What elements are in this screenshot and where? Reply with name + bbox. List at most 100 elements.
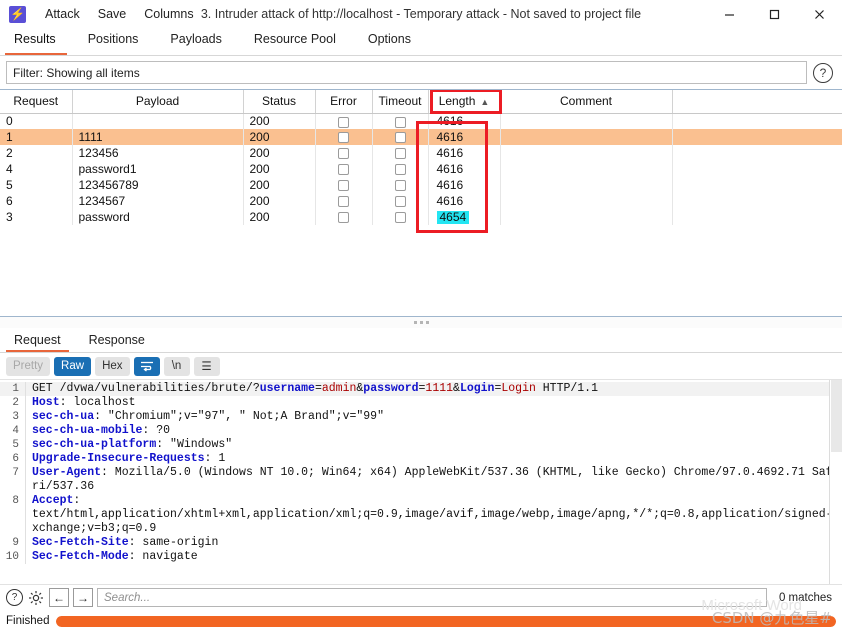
request-line: 2 Host: localhost (0, 396, 842, 410)
tab-options[interactable]: Options (352, 28, 427, 55)
line-text: sec-ch-ua: "Chromium";v="97", " Not;A Br… (32, 410, 384, 423)
sort-ascending-icon: ▲ (480, 97, 490, 108)
error-checkbox[interactable] (338, 132, 349, 144)
hex-button[interactable]: Hex (95, 356, 130, 376)
tab-results[interactable]: Results (0, 28, 72, 55)
maximize-icon[interactable] (752, 0, 797, 29)
cell-comment (500, 193, 673, 209)
timeout-checkbox[interactable] (394, 164, 406, 176)
minimize-icon[interactable] (707, 0, 752, 29)
question-mark-icon[interactable]: ? (813, 62, 833, 83)
error-checkbox[interactable] (338, 116, 349, 128)
request-viewer[interactable]: 1 GET /dvwa/vulnerabilities/brute/?userna… (0, 379, 842, 584)
filter-input[interactable]: Filter: Showing all items (6, 61, 807, 84)
error-checkbox[interactable] (338, 164, 349, 176)
table-row[interactable]: 4 password1 200 4616 (0, 161, 842, 177)
table-row[interactable]: 2 123456 200 4616 (0, 145, 842, 161)
tab-resource-pool[interactable]: Resource Pool (238, 28, 352, 55)
arrow-right-icon[interactable]: → (73, 588, 93, 607)
column-header-status[interactable]: Status (243, 90, 316, 114)
line-text: Upgrade-Insecure-Requests: 1 (32, 452, 226, 465)
arrow-left-icon[interactable]: ← (49, 588, 69, 607)
cell-status: 200 (243, 113, 316, 129)
cell-request: 1 (0, 129, 73, 145)
search-bar: ? ← → Search... 0 matches (0, 584, 842, 610)
table-row[interactable]: 3 password 200 4654 (0, 209, 842, 225)
error-checkbox[interactable] (338, 148, 349, 160)
gear-icon[interactable] (27, 589, 45, 607)
column-header-error[interactable]: Error (315, 90, 373, 114)
column-header-comment[interactable]: Comment (500, 90, 673, 114)
cell-comment (500, 129, 673, 145)
raw-button[interactable]: Raw (54, 356, 92, 376)
timeout-checkbox[interactable] (394, 116, 406, 128)
results-table: Request Payload Status Error Timeout Len… (0, 90, 842, 225)
table-row[interactable]: 1 1111 200 4616 (0, 129, 842, 145)
cell-length: 4616 (428, 193, 501, 209)
burp-lightning-icon: ⚡ (9, 5, 26, 23)
line-number: 6 (0, 452, 26, 466)
cell-filler (672, 209, 842, 225)
title-bar: ⚡ Attack Save Columns 3. Intruder attack… (0, 0, 842, 29)
panel-splitter[interactable] (0, 316, 842, 328)
scrollbar-thumb[interactable] (831, 380, 842, 452)
progress-bar (56, 615, 836, 627)
cell-payload: password (72, 209, 244, 225)
timeout-checkbox[interactable] (394, 180, 406, 192)
cell-filler (672, 145, 842, 161)
cell-error (315, 129, 373, 145)
cell-status: 200 (243, 145, 316, 161)
cell-payload: password1 (72, 161, 244, 177)
status-bar: Finished (0, 610, 842, 632)
timeout-checkbox[interactable] (394, 132, 406, 144)
table-row[interactable]: 6 1234567 200 4616 (0, 193, 842, 209)
table-row[interactable]: 5 123456789 200 4616 (0, 177, 842, 193)
timeout-checkbox[interactable] (394, 212, 406, 224)
cell-length: 4654 (428, 209, 501, 225)
line-number: 5 (0, 438, 26, 452)
cell-comment (500, 209, 673, 225)
error-checkbox[interactable] (338, 212, 349, 224)
timeout-checkbox[interactable] (394, 196, 406, 208)
cell-filler (672, 113, 842, 129)
column-header-length[interactable]: Length ▲ (428, 90, 501, 114)
question-mark-icon[interactable]: ? (6, 589, 23, 606)
cell-timeout (372, 161, 429, 177)
column-header-timeout[interactable]: Timeout (372, 90, 429, 114)
cell-payload (72, 113, 244, 129)
line-number: 10 (0, 550, 26, 564)
menu-columns[interactable]: Columns (135, 0, 202, 29)
column-header-payload[interactable]: Payload (72, 90, 244, 114)
cell-length: 4616 (428, 177, 501, 193)
tab-response[interactable]: Response (75, 328, 159, 352)
line-number: 7 (0, 466, 26, 494)
word-wrap-icon[interactable] (133, 356, 160, 376)
table-row[interactable]: 0 200 4616 (0, 113, 842, 129)
menu-save[interactable]: Save (89, 0, 136, 29)
tab-payloads[interactable]: Payloads (154, 28, 237, 55)
line-text: Accept: text/html,application/xhtml+xml,… (32, 494, 840, 535)
column-header-request[interactable]: Request (0, 90, 73, 114)
newline-icon[interactable]: \n (163, 356, 190, 376)
error-checkbox[interactable] (338, 180, 349, 192)
menu-attack[interactable]: Attack (36, 0, 89, 29)
menu-icon[interactable]: ☰ (193, 356, 220, 376)
match-count: 0 matches (778, 591, 832, 604)
cell-error (315, 113, 373, 129)
cell-error (315, 193, 373, 209)
cell-error (315, 177, 373, 193)
tab-request[interactable]: Request (0, 328, 75, 352)
error-checkbox[interactable] (338, 196, 349, 208)
pretty-button[interactable]: Pretty (6, 356, 51, 376)
close-icon[interactable] (797, 0, 842, 29)
line-text: Sec-Fetch-Mode: navigate (32, 550, 198, 563)
cell-filler (672, 177, 842, 193)
search-input[interactable]: Search... (97, 588, 767, 607)
length-highlight: 4654 (436, 211, 470, 224)
tab-positions[interactable]: Positions (72, 28, 155, 55)
cell-status: 200 (243, 129, 316, 145)
request-scrollbar[interactable] (829, 380, 842, 584)
line-text: User-Agent: Mozilla/5.0 (Windows NT 10.0… (32, 466, 840, 493)
line-text: Sec-Fetch-Site: same-origin (32, 536, 219, 549)
timeout-checkbox[interactable] (394, 148, 406, 160)
